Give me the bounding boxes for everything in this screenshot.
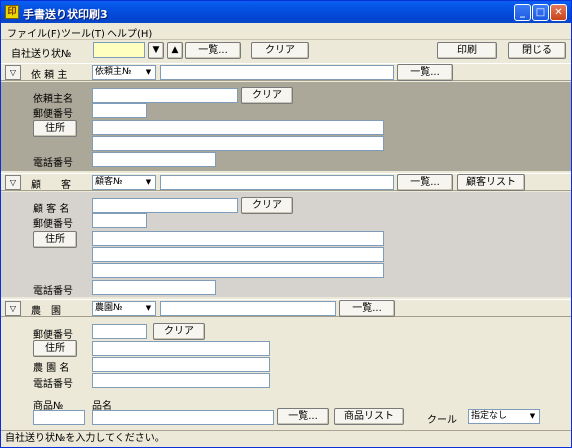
farm-no-select[interactable]: 農園№ ▼ bbox=[92, 301, 156, 316]
collapse-icon[interactable]: ▽ bbox=[5, 65, 21, 80]
print-button[interactable]: 印刷 bbox=[437, 42, 497, 59]
product-list-button[interactable]: 商品リスト bbox=[334, 408, 404, 425]
close-button[interactable]: 閉じる bbox=[508, 42, 566, 59]
own-slip-label: 自社送り状№ bbox=[11, 49, 72, 60]
customer-clear-button[interactable]: クリア bbox=[241, 197, 293, 214]
cool-select[interactable]: 指定なし ▼ bbox=[468, 409, 540, 424]
farm-zip-input[interactable] bbox=[92, 324, 147, 339]
customer-address3-input[interactable] bbox=[92, 263, 384, 278]
clear-all-button[interactable]: クリア bbox=[251, 42, 309, 59]
collapse-icon[interactable]: ▽ bbox=[5, 175, 21, 190]
farm-name-label: 農 園 名 bbox=[33, 363, 70, 374]
minimize-button[interactable]: _ bbox=[514, 4, 531, 21]
customer-name-input[interactable] bbox=[92, 198, 238, 213]
customer-code-input[interactable] bbox=[160, 175, 394, 190]
farm-header-label: 農 園 bbox=[31, 306, 61, 317]
chevron-down-icon: ▼ bbox=[145, 304, 152, 312]
requester-zip-input[interactable] bbox=[92, 103, 147, 118]
menu-tools[interactable]: ツール(T) bbox=[61, 25, 105, 40]
customer-address-button[interactable]: 住所 bbox=[33, 231, 77, 248]
close-window-button[interactable]: ✕ bbox=[550, 4, 567, 21]
slip-list-button[interactable]: 一覧... bbox=[185, 42, 241, 59]
customer-master-list-button[interactable]: 顧客リスト bbox=[457, 174, 525, 191]
requester-code-input[interactable] bbox=[160, 65, 394, 80]
product-no-input[interactable] bbox=[33, 410, 85, 425]
product-name-input[interactable] bbox=[92, 410, 274, 425]
customer-no-select[interactable]: 顧客№ ▼ bbox=[92, 175, 156, 190]
customer-zip-input[interactable] bbox=[92, 213, 147, 228]
requester-name-input[interactable] bbox=[92, 88, 238, 103]
farm-code-input[interactable] bbox=[160, 301, 336, 316]
customer-zip-label: 郵便番号 bbox=[33, 219, 73, 230]
requester-no-select[interactable]: 依頼主№ ▼ bbox=[92, 65, 156, 80]
customer-list-button[interactable]: 一覧... bbox=[397, 174, 453, 191]
farm-phone-label: 電話番号 bbox=[33, 379, 73, 390]
app-icon: 印 bbox=[5, 5, 19, 19]
own-slip-no-input[interactable] bbox=[93, 42, 145, 58]
requester-clear-button[interactable]: クリア bbox=[241, 87, 293, 104]
menu-file[interactable]: ファイル(F) bbox=[7, 25, 61, 40]
customer-section: 顧 客 名 クリア 郵便番号 住所 電話番号 bbox=[1, 192, 571, 297]
farm-address-input[interactable] bbox=[92, 341, 270, 356]
prev-button[interactable]: ▲ bbox=[167, 42, 183, 59]
title-bar[interactable]: 印 手書送り状印刷3 _ □ ✕ bbox=[1, 1, 571, 23]
farm-section: 郵便番号 クリア 住所 農 園 名 電話番号 bbox=[1, 318, 571, 392]
requester-select-value: 依頼主№ bbox=[95, 67, 132, 77]
farm-list-button[interactable]: 一覧... bbox=[339, 300, 395, 317]
farm-name-input[interactable] bbox=[92, 357, 270, 372]
requester-phone-input[interactable] bbox=[92, 152, 216, 167]
cool-label: クール bbox=[427, 415, 457, 426]
customer-header-label: 顧 客 bbox=[31, 180, 71, 191]
requester-zip-label: 郵便番号 bbox=[33, 109, 73, 120]
main-window: 印 手書送り状印刷3 _ □ ✕ ファイル(F) ツール(T) ヘルプ(H) 自… bbox=[0, 0, 572, 448]
requester-address2-input[interactable] bbox=[92, 136, 384, 151]
farm-address-button[interactable]: 住所 bbox=[33, 340, 77, 357]
requester-name-label: 依頼主名 bbox=[33, 94, 73, 105]
chevron-down-icon: ▼ bbox=[529, 412, 536, 420]
requester-address1-input[interactable] bbox=[92, 120, 384, 135]
customer-name-label: 顧 客 名 bbox=[33, 204, 70, 215]
requester-header-label: 依 頼 主 bbox=[31, 70, 68, 81]
next-button[interactable]: ▼ bbox=[148, 42, 164, 59]
customer-address2-input[interactable] bbox=[92, 247, 384, 262]
customer-phone-input[interactable] bbox=[92, 280, 216, 295]
customer-select-value: 顧客№ bbox=[95, 177, 123, 187]
farm-zip-label: 郵便番号 bbox=[33, 330, 73, 341]
menu-help[interactable]: ヘルプ(H) bbox=[107, 25, 152, 40]
farm-phone-input[interactable] bbox=[92, 373, 270, 388]
maximize-button[interactable]: □ bbox=[532, 4, 549, 21]
requester-phone-label: 電話番号 bbox=[33, 158, 73, 169]
requester-address-button[interactable]: 住所 bbox=[33, 120, 77, 137]
chevron-down-icon: ▼ bbox=[145, 68, 152, 76]
farm-clear-button[interactable]: クリア bbox=[153, 323, 205, 340]
farm-select-value: 農園№ bbox=[95, 303, 123, 313]
chevron-down-icon: ▼ bbox=[145, 178, 152, 186]
status-bar: 自社送り状№を入力してください。 bbox=[1, 430, 571, 447]
requester-section: 依頼主名 クリア 郵便番号 住所 電話番号 bbox=[1, 82, 571, 171]
farm-header: ▽ 農 園 農園№ ▼ 一覧... bbox=[1, 299, 571, 317]
cool-select-value: 指定なし bbox=[471, 411, 508, 421]
collapse-icon[interactable]: ▽ bbox=[5, 301, 21, 316]
menu-bar: ファイル(F) ツール(T) ヘルプ(H) bbox=[1, 23, 571, 40]
requester-list-button[interactable]: 一覧... bbox=[397, 64, 453, 81]
customer-address1-input[interactable] bbox=[92, 231, 384, 246]
requester-header: ▽ 依 頼 主 依頼主№ ▼ 一覧... bbox=[1, 63, 571, 81]
customer-phone-label: 電話番号 bbox=[33, 286, 73, 297]
customer-header: ▽ 顧 客 顧客№ ▼ 一覧... 顧客リスト bbox=[1, 173, 571, 191]
product-lookup-button[interactable]: 一覧... bbox=[277, 408, 329, 425]
window-title: 手書送り状印刷3 bbox=[23, 8, 108, 21]
